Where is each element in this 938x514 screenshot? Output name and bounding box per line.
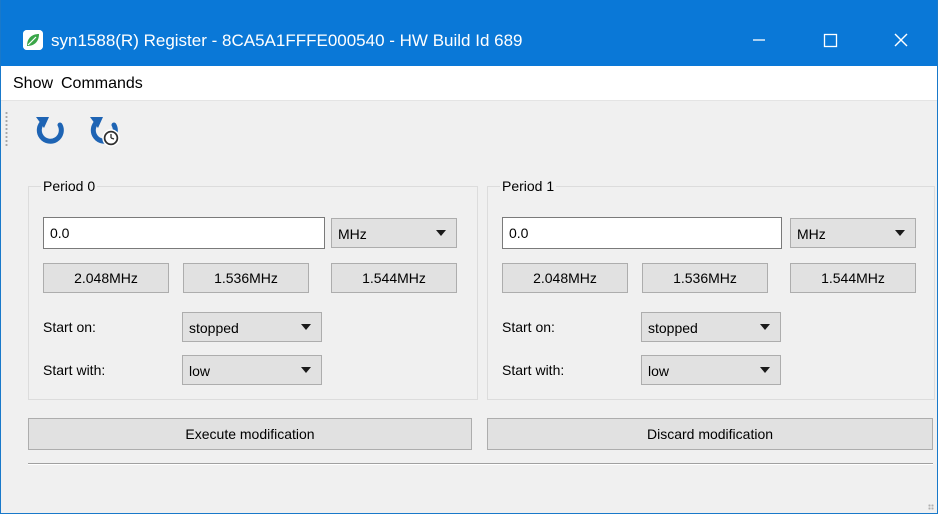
period-0-start-with-value: low <box>189 363 211 379</box>
close-icon <box>894 33 908 47</box>
period-0-unit-value: MHz <box>338 226 367 242</box>
period-0-value-input[interactable] <box>43 217 325 249</box>
menu-commands[interactable]: Commands <box>61 74 143 94</box>
title-bar[interactable]: syn1588(R) Register - 8CA5A1FFFE000540 -… <box>1 0 937 66</box>
period-1-title: Period 1 <box>500 177 557 195</box>
period-0-start-on-value: stopped <box>189 320 239 336</box>
period-0-unit-select[interactable]: MHz <box>331 218 457 248</box>
close-button[interactable] <box>873 22 929 62</box>
period-1-start-with-label: Start with: <box>502 362 565 378</box>
period-0-preset-1544-button[interactable]: 1.544MHz <box>331 263 457 293</box>
chevron-down-icon <box>436 230 446 236</box>
period-1-preset-1544-button[interactable]: 1.544MHz <box>790 263 916 293</box>
separator <box>28 463 933 465</box>
period-1-preset-2048-button[interactable]: 2.048MHz <box>502 263 628 293</box>
maximize-button[interactable] <box>801 22 857 62</box>
period-1-group: Period 1 MHz 2.048MHz 1.536MHz 1.544MHz … <box>487 177 935 400</box>
menu-show[interactable]: Show <box>13 74 53 94</box>
period-1-unit-select[interactable]: MHz <box>790 218 916 248</box>
minimize-button[interactable] <box>731 22 787 62</box>
period-0-start-on-select[interactable]: stopped <box>182 312 322 342</box>
chevron-down-icon <box>301 367 311 373</box>
chevron-down-icon <box>895 230 905 236</box>
toolbar <box>1 100 937 157</box>
minimize-icon <box>753 39 765 41</box>
period-0-start-on-label: Start on: <box>43 319 96 335</box>
period-0-group: Period 0 MHz 2.048MHz 1.536MHz 1.544MHz … <box>28 177 478 400</box>
chevron-down-icon <box>760 367 770 373</box>
discard-modification-button[interactable]: Discard modification <box>487 418 933 450</box>
leaf-icon <box>23 30 43 50</box>
period-1-start-with-select[interactable]: low <box>641 355 781 385</box>
window-title: syn1588(R) Register - 8CA5A1FFFE000540 -… <box>51 31 523 50</box>
execute-modification-button[interactable]: Execute modification <box>28 418 472 450</box>
period-1-start-on-value: stopped <box>648 320 698 336</box>
period-1-start-on-label: Start on: <box>502 319 555 335</box>
period-0-start-with-select[interactable]: low <box>182 355 322 385</box>
auto-refresh-button[interactable] <box>87 113 123 149</box>
refresh-button[interactable] <box>33 113 69 149</box>
period-0-start-with-label: Start with: <box>43 362 106 378</box>
period-1-preset-1536-button[interactable]: 1.536MHz <box>642 263 768 293</box>
refresh-icon <box>36 117 64 144</box>
resize-grip[interactable] <box>928 504 934 510</box>
period-0-preset-1536-button[interactable]: 1.536MHz <box>183 263 309 293</box>
app-window: syn1588(R) Register - 8CA5A1FFFE000540 -… <box>0 0 938 514</box>
period-0-preset-2048-button[interactable]: 2.048MHz <box>43 263 169 293</box>
chevron-down-icon <box>760 324 770 330</box>
toolbar-grip[interactable] <box>5 111 8 147</box>
period-1-value-input[interactable] <box>502 217 782 249</box>
period-1-unit-value: MHz <box>797 226 826 242</box>
chevron-down-icon <box>301 324 311 330</box>
period-1-start-on-select[interactable]: stopped <box>641 312 781 342</box>
period-1-start-with-value: low <box>648 363 670 379</box>
auto-refresh-icon <box>90 117 120 147</box>
menu-bar: Show Commands <box>1 66 937 100</box>
period-0-title: Period 0 <box>41 177 98 195</box>
maximize-icon <box>823 33 838 48</box>
